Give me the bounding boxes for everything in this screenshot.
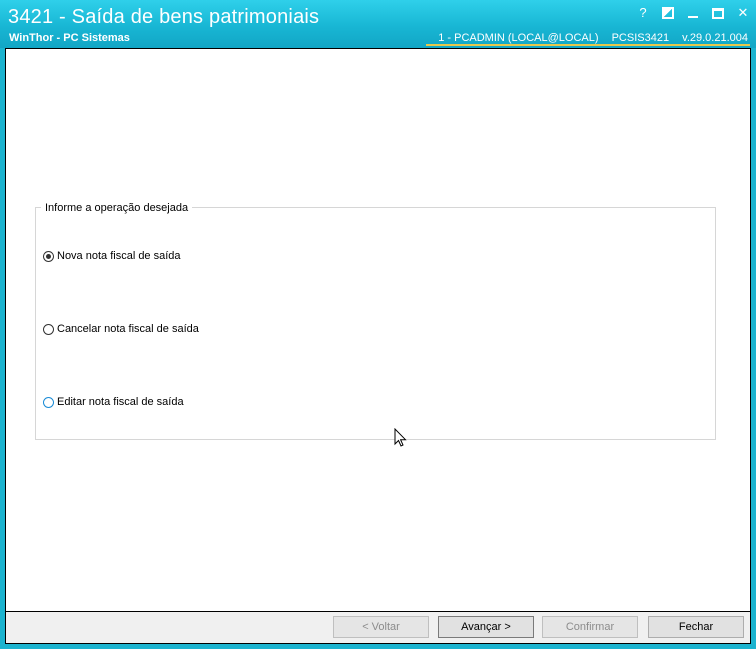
close-button[interactable]: Fechar (648, 616, 744, 638)
radio-button[interactable] (43, 396, 54, 408)
accent-line (426, 44, 750, 46)
button-bar: < Voltar Avançar > Confirmar Fechar (5, 612, 751, 644)
radio-editar-nota[interactable]: Editar nota fiscal de saída (43, 396, 184, 408)
radio-label-nova: Nova nota fiscal de saída (57, 250, 181, 262)
maximize-icon[interactable] (712, 8, 724, 19)
radio-label-cancelar: Cancelar nota fiscal de saída (57, 323, 199, 335)
window-controls: ? ✕ (636, 6, 750, 20)
radio-label-editar: Editar nota fiscal de saída (57, 396, 184, 408)
main-panel: Informe a operação desejada Nova nota fi… (5, 48, 751, 612)
session-program: PCSIS3421 (611, 32, 670, 44)
session-user: 1 - PCADMIN (LOCAL@LOCAL) (438, 32, 599, 44)
restore-icon[interactable] (662, 7, 674, 19)
title-bar: 3421 - Saída de bens patrimoniais WinTho… (0, 0, 756, 48)
minimize-icon[interactable] (686, 6, 700, 20)
back-button[interactable]: < Voltar (333, 616, 429, 638)
radio-button[interactable] (43, 323, 54, 335)
radio-button-checked[interactable] (43, 250, 54, 262)
close-icon[interactable]: ✕ (736, 6, 750, 20)
mouse-pointer-icon (394, 428, 407, 447)
next-button[interactable]: Avançar > (438, 616, 534, 638)
app-subtitle: WinThor - PC Sistemas (9, 32, 130, 44)
window-title: 3421 - Saída de bens patrimoniais (8, 6, 320, 28)
confirm-button[interactable]: Confirmar (542, 616, 638, 638)
help-icon[interactable]: ? (636, 6, 650, 20)
radio-nova-nota[interactable]: Nova nota fiscal de saída (43, 250, 181, 262)
session-info: 1 - PCADMIN (LOCAL@LOCAL) PCSIS3421 v.29… (388, 32, 750, 44)
operation-groupbox: Informe a operação desejada Nova nota fi… (35, 202, 716, 440)
session-version: v.29.0.21.004 (682, 32, 748, 44)
groupbox-legend: Informe a operação desejada (41, 202, 193, 214)
radio-cancelar-nota[interactable]: Cancelar nota fiscal de saída (43, 323, 199, 335)
